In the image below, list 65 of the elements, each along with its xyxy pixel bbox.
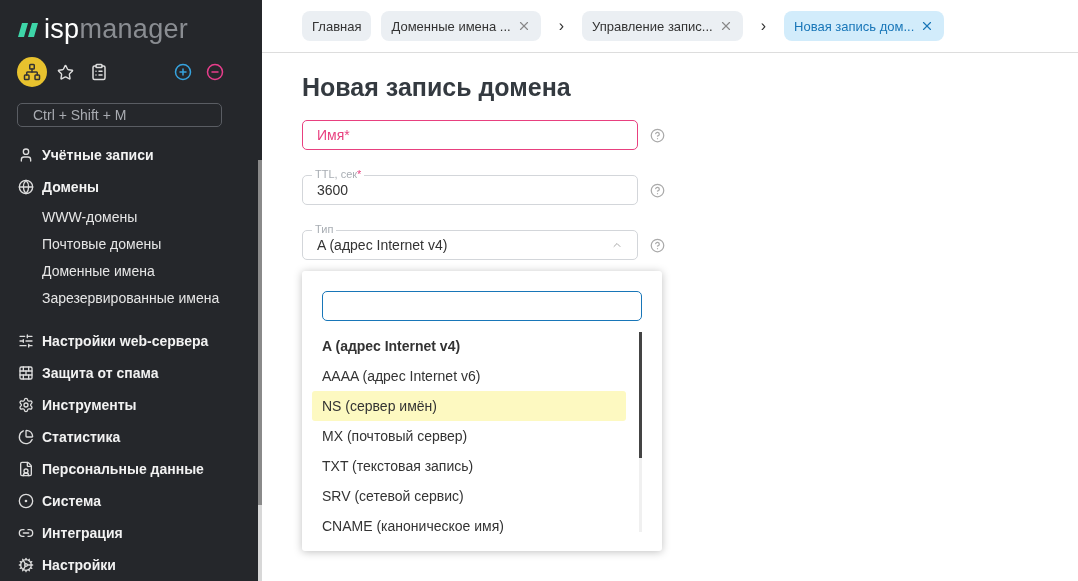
brick-wall-icon (18, 365, 34, 381)
tree-menu-button[interactable] (17, 57, 47, 87)
sidebar-item[interactable]: Интеграция (18, 517, 262, 549)
sidebar-item[interactable]: Персональные данные (18, 453, 262, 485)
sidebar-subitem[interactable]: WWW-домены (18, 203, 262, 230)
gear-icon (18, 557, 34, 573)
sidebar-item[interactable]: Статистика (18, 421, 262, 453)
expand-all-icon[interactable] (174, 63, 192, 81)
field-label: Тип (312, 223, 337, 236)
dropdown-option[interactable]: A (адрес Internet v4) (312, 331, 626, 361)
logo-text: ispmanager (44, 14, 189, 45)
sidebar-subitem[interactable]: Почтовые домены (18, 230, 262, 257)
help-icon[interactable] (650, 237, 665, 253)
sliders-icon (18, 333, 34, 349)
help-icon[interactable] (650, 127, 665, 143)
sidebar-item-label: Домены (42, 179, 100, 195)
user-icon (18, 147, 34, 163)
input-field[interactable]: TTL, сек* 3600 (302, 167, 638, 205)
sidebar-item[interactable]: Инструменты (18, 389, 262, 421)
dropdown-option[interactable]: NS (сервер имён) (312, 391, 626, 421)
dropdown-option[interactable]: TXT (текстовая запись) (312, 451, 626, 481)
sidebar-item-label: Учётные записи (42, 147, 154, 163)
clipboard-icon[interactable] (90, 63, 108, 81)
sidebar-subitem[interactable]: Зарезервированные имена (18, 284, 262, 311)
sidebar-item-label: Защита от спама (42, 365, 159, 381)
dropdown-search-field[interactable] (322, 291, 642, 321)
type-select[interactable]: Тип A (адрес Internet v4) (302, 222, 638, 260)
breadcrumb-separator: › (557, 17, 565, 35)
collapse-all-icon[interactable] (206, 63, 224, 81)
dropdown-option[interactable]: CNAME (каноническое имя) (312, 511, 626, 541)
sidebar-subitem[interactable]: Доменные имена (18, 257, 262, 284)
sidebar-item-label: Настройки (42, 557, 116, 573)
sidebar-item[interactable]: Защита от спама (18, 357, 262, 389)
person-card-icon (18, 461, 34, 477)
input-field[interactable]: Имя* (302, 112, 638, 150)
globe-icon (18, 179, 34, 195)
sidebar-item-label: Статистика (42, 429, 121, 445)
logo-icon (18, 22, 40, 37)
sidebar-item[interactable]: Настройки web-сервера (18, 325, 262, 357)
breadcrumb-tab[interactable]: Главная (302, 11, 372, 41)
pie-chart-icon (18, 429, 34, 445)
sidebar-item[interactable]: Домены (18, 171, 262, 203)
field-label: TTL, сек* (312, 168, 365, 181)
sidebar-item-label: Инструменты (42, 397, 137, 413)
hierarchy-icon (23, 63, 41, 81)
gear-icon (18, 397, 34, 413)
dropdown-option[interactable]: SRV (сетевой сервис) (312, 481, 626, 511)
sidebar-item[interactable]: Настройки (18, 549, 262, 581)
breadcrumb-tab[interactable]: Управление запис... (582, 11, 743, 41)
sidebar-item-label: Настройки web-сервера (42, 333, 209, 349)
breadcrumb-tab[interactable]: Доменные имена ... (381, 11, 541, 41)
sidebar-item[interactable]: Учётные записи (18, 139, 262, 171)
sidebar-item[interactable]: Система (18, 485, 262, 517)
page-title: Новая запись домена (302, 73, 572, 102)
star-icon[interactable] (57, 63, 74, 81)
sidebar-item-label: Персональные данные (42, 461, 204, 477)
help-icon[interactable] (650, 182, 665, 198)
sidebar-item-label: Система (42, 493, 101, 509)
quick-search-field[interactable]: Ctrl + Shift + M (17, 103, 222, 127)
circle-icon (18, 493, 34, 509)
dropdown-option[interactable]: MX (почтовый сервер) (312, 421, 626, 451)
breadcrumb-separator: › (759, 17, 768, 35)
breadcrumb-tab[interactable]: Новая запись дом... (784, 11, 945, 41)
sidebar-item-label: Интеграция (42, 525, 123, 541)
dropdown-option[interactable]: AAAA (адрес Internet v6) (312, 361, 626, 391)
